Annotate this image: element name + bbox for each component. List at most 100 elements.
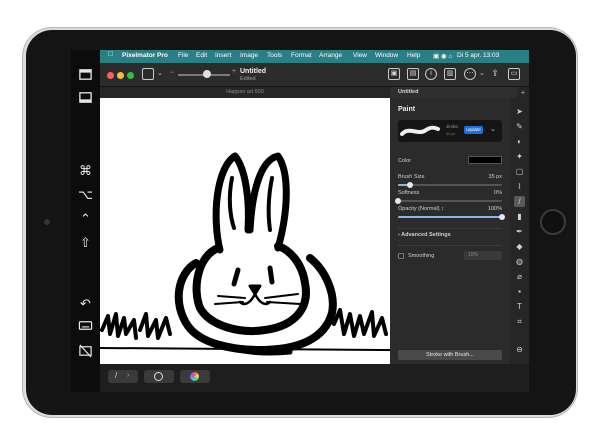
bottom-toolbar: / › [100, 364, 529, 392]
menu-item-tools[interactable]: Tools [267, 52, 282, 59]
menu-item-help[interactable]: Help [407, 52, 420, 59]
menu-item-format[interactable]: Format [291, 52, 312, 59]
minus-icon[interactable]: ⊖ [514, 344, 525, 355]
color-adjust-icon[interactable]: ◐ [514, 136, 525, 147]
new-tab-icon[interactable]: + [517, 87, 529, 98]
close-button[interactable] [107, 72, 114, 79]
brush-name: Jimbo [446, 124, 459, 129]
home-button[interactable] [540, 209, 566, 235]
brush-icon: / [115, 371, 118, 380]
retouch-icon[interactable]: ▮ [514, 211, 525, 222]
menu-item-arrange[interactable]: Arrange [319, 52, 342, 59]
sidecar-strip: ⌘ ⌥ ⌃ ⇧ ↶ [71, 50, 100, 392]
info-icon[interactable]: i [425, 68, 437, 80]
color-label: Color [398, 158, 412, 164]
menu-item-view[interactable]: View [353, 52, 367, 59]
zoom-slider-knob[interactable] [203, 70, 211, 78]
shift-icon[interactable]: ⇧ [77, 234, 94, 251]
window-toolbar: ⌄ − + Untitled Edited ▣ ▤ i ▥ ⋯ ⌄ ⇪ ▭ [100, 63, 529, 87]
sidebar-toggle-icon[interactable] [142, 68, 154, 80]
chevron-down-icon[interactable]: ⌄ [490, 125, 496, 133]
color-wheel-button[interactable] [180, 370, 210, 383]
sidebar-icon[interactable] [77, 67, 94, 84]
shape-icon[interactable]: ▪ [514, 286, 525, 297]
apple-menu-icon[interactable]:  [108, 51, 113, 58]
zoom-in-icon[interactable]: + [232, 68, 236, 75]
slider-knob[interactable] [395, 198, 401, 204]
pen-icon[interactable]: ✒ [514, 226, 525, 237]
softness-label: Softness [398, 190, 420, 196]
zoom-button[interactable] [127, 72, 134, 79]
menu-item-edit[interactable]: Edit [196, 52, 207, 59]
more-chevron-icon[interactable]: ⌄ [479, 69, 485, 77]
image-icon[interactable]: ▥ [444, 68, 456, 80]
brush-size-value[interactable]: 35 px [489, 174, 502, 180]
opacity-value[interactable]: 100% [488, 206, 502, 212]
undo-icon[interactable]: ↶ [77, 295, 94, 312]
share-icon[interactable]: ⇪ [489, 68, 501, 80]
color-picker-icon[interactable]: ⌀ [514, 271, 525, 282]
option-icon[interactable]: ⌥ [77, 186, 94, 203]
paint-brush-icon[interactable]: / [514, 196, 525, 207]
chevron-right-icon: › [127, 372, 130, 379]
style-icon[interactable]: ✎ [514, 121, 525, 132]
lasso-icon[interactable]: ⌇ [514, 181, 525, 192]
brush-selector[interactable]: Jimbo 40 pt Update ⌄ [398, 120, 502, 142]
brush-size-label: Brush Size [398, 174, 425, 180]
shape-tool-button[interactable] [144, 370, 174, 383]
text-icon[interactable]: T [514, 301, 525, 312]
menu-item-image[interactable]: Image [240, 52, 258, 59]
more-icon[interactable]: ⋯ [464, 68, 476, 80]
color-wheel-icon [190, 372, 199, 381]
eraser-icon[interactable]: ◆ [514, 241, 525, 252]
crop-icon[interactable]: ⌗ [514, 316, 525, 327]
status-icons: ▣ ◉ ⌂ [433, 53, 453, 60]
menu-item-window[interactable]: Window [375, 52, 398, 59]
circle-icon [154, 372, 163, 381]
disconnect-icon[interactable] [77, 343, 94, 360]
opacity-label: Opacity (Normal) ↕ [398, 206, 444, 212]
color-swatch[interactable] [468, 156, 502, 164]
minimize-button[interactable] [117, 72, 124, 79]
menu-clock: Di 5 apr. 13:03 [457, 52, 500, 59]
menu-app-name[interactable]: Pixelmator Pro [122, 52, 168, 59]
smoothing-checkbox[interactable] [398, 253, 404, 259]
slider-knob[interactable] [499, 214, 505, 220]
opacity-slider[interactable] [398, 214, 505, 220]
command-icon[interactable]: ⌘ [77, 162, 94, 179]
ipad-screen: ⌘ ⌥ ⌃ ⇧ ↶  Pixelmator Pro File Edit Ins… [71, 50, 529, 392]
smoothing-select[interactable]: 10% [464, 251, 502, 260]
menu-item-file[interactable]: File [178, 52, 188, 59]
brush-size-slider[interactable] [398, 182, 502, 188]
brush-stroke-preview-icon [400, 125, 440, 136]
stroke-with-brush-button[interactable]: Stroke with Brush... [398, 350, 502, 360]
arrange-icon[interactable]: ➤ [514, 106, 525, 117]
effects-icon[interactable]: ✦ [514, 151, 525, 162]
smoothing-label: Smoothing [408, 253, 435, 259]
brush-preset-size: 40 pt [446, 131, 455, 136]
softness-value[interactable]: 0% [494, 190, 502, 196]
brush-tool-button[interactable]: / › [108, 370, 138, 383]
canvas-tab[interactable]: Happen ad 600 [100, 87, 390, 98]
update-button[interactable]: Update [464, 126, 483, 134]
menu-bar:  Pixelmator Pro File Edit Insert Image … [100, 50, 529, 63]
softness-slider[interactable] [395, 198, 502, 204]
layers-icon[interactable]: ▣ [388, 68, 400, 80]
photo-browser-icon[interactable]: ▤ [407, 68, 419, 80]
keyboard-icon[interactable] [77, 318, 94, 335]
menu-item-insert[interactable]: Insert [215, 52, 231, 59]
mac-screen:  Pixelmator Pro File Edit Insert Image … [100, 50, 529, 392]
tab-untitled[interactable]: Untitled [390, 87, 517, 98]
zoom-out-icon[interactable]: − [170, 70, 174, 76]
inspector-toggle-icon[interactable]: ▭ [508, 68, 520, 80]
drawing-canvas[interactable] [100, 98, 390, 364]
document-status: Edited [240, 76, 256, 82]
toolbar-icon[interactable] [77, 90, 94, 107]
control-icon[interactable]: ⌃ [77, 210, 94, 227]
advanced-settings-disclosure[interactable]: › Advanced Settings [398, 232, 451, 238]
slider-knob[interactable] [407, 182, 414, 188]
fill-icon[interactable]: ◍ [514, 256, 525, 267]
bunny-drawing [100, 152, 390, 356]
chevron-down-icon[interactable]: ⌄ [157, 69, 163, 77]
crop-select-icon[interactable]: ▢ [514, 166, 525, 177]
